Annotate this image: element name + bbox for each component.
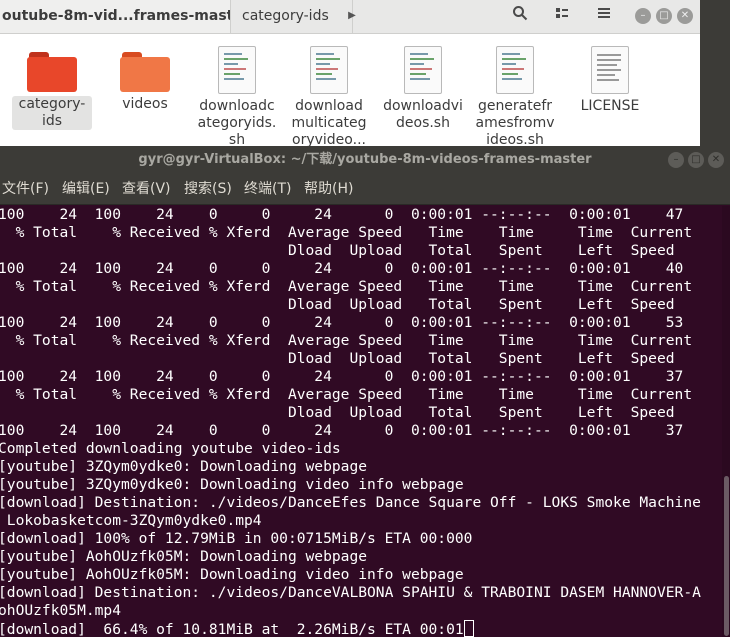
file-item-label: download multicateg oryvideo... bbox=[291, 98, 367, 148]
terminal-line: 100 24 100 24 0 0 24 0 0:00:01 --:--:-- … bbox=[0, 422, 684, 439]
search-icon[interactable] bbox=[506, 4, 534, 28]
script-file-icon bbox=[496, 46, 534, 94]
script-file-icon bbox=[310, 46, 348, 94]
terminal-line: [youtube] AohOUzfk05M: Downloading video… bbox=[0, 566, 464, 583]
terminal-line: ohOUzfk05M.mp4 bbox=[0, 602, 122, 619]
minimize-icon[interactable]: – bbox=[668, 152, 684, 168]
folder-icon bbox=[27, 52, 77, 92]
file-item-label: videos bbox=[122, 96, 168, 112]
file-manager-window: outube-8m-vid...frames-master category-i… bbox=[0, 0, 700, 150]
file-manager-headerbar: outube-8m-vid...frames-master category-i… bbox=[0, 0, 700, 34]
terminal-line: Lokobasketcom-3ZQym0ydke0.mp4 bbox=[0, 512, 262, 529]
terminal-line: 100 24 100 24 0 0 24 0 0:00:01 --:--:-- … bbox=[0, 368, 684, 385]
file-item-downloadcategoryids[interactable]: downloadc ategoryids. sh bbox=[197, 42, 277, 149]
terminal-line: 100 24 100 24 0 0 24 0 0:00:01 --:--:-- … bbox=[0, 314, 684, 331]
view-toggle-icon[interactable] bbox=[548, 4, 576, 28]
menu-terminal[interactable]: 终端(T) bbox=[244, 174, 291, 204]
file-grid: category- ids videos downloadc ategoryid… bbox=[0, 34, 700, 150]
terminal-line: [download] Destination: ./videos/DanceEf… bbox=[0, 494, 701, 511]
file-item-license[interactable]: LICENSE bbox=[570, 42, 650, 115]
terminal-line: Completed downloading youtube video-ids bbox=[0, 440, 341, 457]
terminal-line: % Total % Received % Xferd Average Speed… bbox=[0, 332, 693, 349]
text-file-icon bbox=[591, 46, 629, 94]
file-item-videos[interactable]: videos bbox=[105, 42, 185, 113]
terminal-line-text: [download] 66.4% of 10.81MiB at 2.26MiB/… bbox=[0, 621, 464, 637]
script-file-icon bbox=[404, 46, 442, 94]
terminal-line: [youtube] 3ZQym0ydke0: Downloading webpa… bbox=[0, 458, 368, 475]
terminal-output[interactable]: 100 24 100 24 0 0 24 0 0:00:01 --:--:-- … bbox=[0, 206, 722, 637]
path-forward-arrow-icon[interactable]: ▶ bbox=[344, 8, 360, 24]
terminal-cursor bbox=[463, 620, 474, 637]
file-item-label: downloadvi deos.sh bbox=[383, 98, 463, 131]
terminal-line-last: [download] 66.4% of 10.81MiB at 2.26MiB/… bbox=[0, 620, 474, 637]
terminal-line: Dload Upload Total Spent Left Speed bbox=[0, 404, 675, 421]
terminal-line: 100 24 100 24 0 0 24 0 0:00:01 --:--:-- … bbox=[0, 206, 684, 223]
file-item-label: downloadc ategoryids. sh bbox=[197, 98, 277, 148]
menu-help[interactable]: 帮助(H) bbox=[304, 174, 353, 204]
script-file-icon bbox=[218, 46, 256, 94]
terminal-line: % Total % Received % Xferd Average Speed… bbox=[0, 386, 693, 403]
close-icon[interactable]: ✕ bbox=[708, 152, 724, 168]
terminal-line: [youtube] 3ZQym0ydke0: Downloading video… bbox=[0, 476, 464, 493]
file-item-label: LICENSE bbox=[580, 98, 640, 114]
terminal-line: Dload Upload Total Spent Left Speed bbox=[0, 350, 675, 367]
menu-search[interactable]: 搜索(S) bbox=[184, 174, 232, 204]
maximize-icon[interactable]: □ bbox=[688, 152, 704, 168]
terminal-window: gyr@gyr-VirtualBox: ~/下载/youtube-8m-vide… bbox=[0, 146, 730, 637]
maximize-icon[interactable]: □ bbox=[656, 8, 672, 24]
terminal-scrollbar[interactable] bbox=[722, 206, 730, 637]
hamburger-menu-icon[interactable] bbox=[590, 4, 618, 28]
window-title: gyr@gyr-VirtualBox: ~/下载/youtube-8m-vide… bbox=[138, 152, 592, 167]
menu-file[interactable]: 文件(F) bbox=[2, 174, 49, 204]
file-item-downloadmulticategory[interactable]: download multicateg oryvideo... bbox=[289, 42, 369, 149]
terminal-line: % Total % Received % Xferd Average Speed… bbox=[0, 278, 693, 295]
path-button-current-folder[interactable]: outube-8m-vid...frames-master bbox=[0, 0, 231, 33]
terminal-line: 100 24 100 24 0 0 24 0 0:00:01 --:--:-- … bbox=[0, 260, 684, 277]
folder-icon bbox=[120, 52, 170, 92]
minimize-icon[interactable]: – bbox=[635, 8, 651, 24]
close-icon[interactable]: ✕ bbox=[677, 8, 693, 24]
file-item-downloadvideos[interactable]: downloadvi deos.sh bbox=[383, 42, 463, 132]
terminal-menubar: 文件(F) 编辑(E) 查看(V) 搜索(S) 终端(T) 帮助(H) bbox=[0, 174, 730, 205]
terminal-line: % Total % Received % Xferd Average Speed… bbox=[0, 224, 693, 241]
menu-view[interactable]: 查看(V) bbox=[122, 174, 171, 204]
scrollbar-thumb[interactable] bbox=[724, 476, 729, 636]
file-item-generateframes[interactable]: generatefr amesfromv ideos.sh bbox=[475, 42, 555, 149]
file-item-label: generatefr amesfromv ideos.sh bbox=[475, 98, 555, 148]
terminal-titlebar: gyr@gyr-VirtualBox: ~/下载/youtube-8m-vide… bbox=[0, 146, 730, 174]
terminal-line: Dload Upload Total Spent Left Speed bbox=[0, 242, 675, 259]
terminal-line: [download] 100% of 12.79MiB in 00:0715Mi… bbox=[0, 530, 473, 547]
terminal-line: [download] Destination: ./videos/DanceVA… bbox=[0, 584, 701, 601]
path-button-category-ids[interactable]: category-ids bbox=[230, 0, 353, 33]
menu-edit[interactable]: 编辑(E) bbox=[62, 174, 110, 204]
file-item-label: category- ids bbox=[12, 96, 92, 130]
file-item-category-ids[interactable]: category- ids bbox=[12, 42, 92, 130]
terminal-line: [youtube] AohOUzfk05M: Downloading webpa… bbox=[0, 548, 368, 565]
terminal-line: Dload Upload Total Spent Left Speed bbox=[0, 296, 675, 313]
